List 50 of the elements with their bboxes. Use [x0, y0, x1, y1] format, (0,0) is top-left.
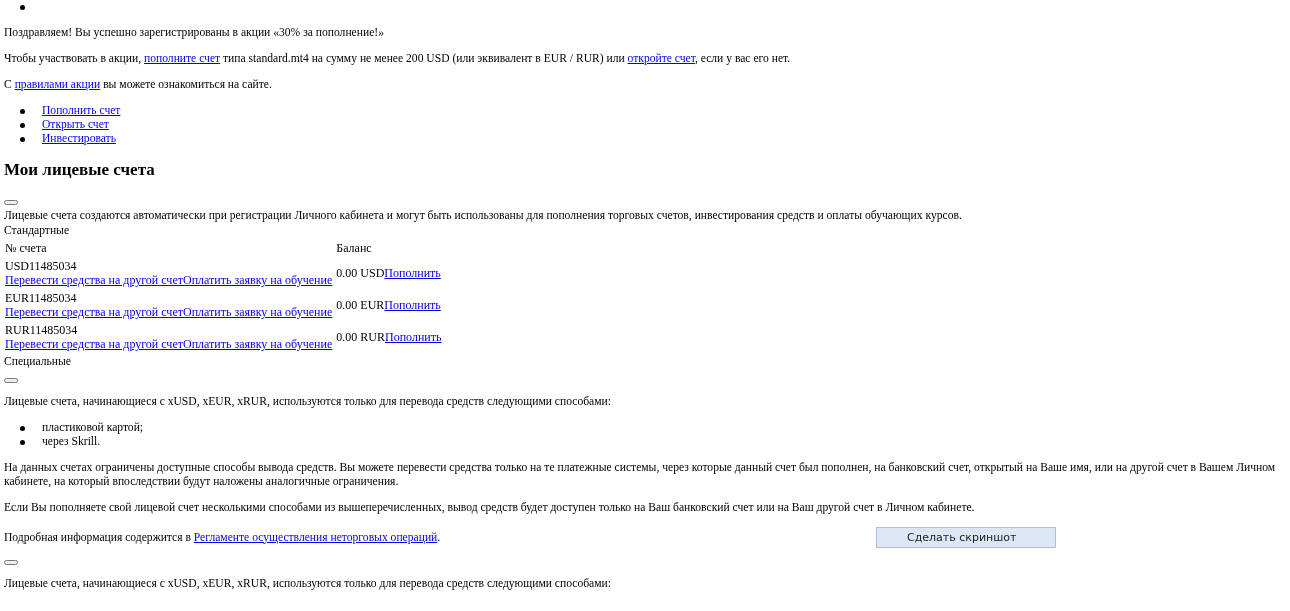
toggle-button[interactable] — [4, 560, 18, 565]
action-link[interactable]: Пополнить счет — [42, 104, 121, 118]
bullet-icon — [20, 439, 25, 445]
account-number: EUR11485034 — [5, 291, 78, 305]
text: Если Вы пополняете свой лицевой счет несколькими способами из вышеперечисленных, вывод средств будет доступен только на Ваш банковский счет или на Ваш другой счет в Личном кабинете. — [4, 501, 975, 514]
bullet-icon — [20, 108, 25, 114]
action-link[interactable]: Инвестировать — [42, 132, 116, 146]
text: На данных счетах ограничены доступные способы вывода средств. Вы можете перевести средства только на те платежные системы, через которые данный счет был пополнен, на банковский счет, открытый на Ваше имя, или на другой счет в Вашем Личном кабинете, на который впоследствии будут наложены аналогичные ограничения. — [4, 461, 1277, 488]
text-link[interactable]: Оплатить заявку на обучение — [182, 305, 333, 319]
list-item: пластиковой картой; — [42, 421, 144, 435]
action-link[interactable]: Открыть счет — [42, 118, 109, 132]
text-link[interactable]: Перевести средства на другой счет — [5, 337, 183, 351]
text-link[interactable]: Оплатить заявку на обучение — [182, 337, 333, 351]
deposit-link[interactable]: Пополнить — [384, 298, 441, 312]
text: С — [4, 78, 13, 91]
balance-text: 0.00 RUR — [336, 330, 385, 344]
text-link[interactable]: правилами акции — [14, 78, 101, 91]
text: типа standard.mt4 на сумму не менее 200 USD (или эквивалент в EUR / RUR) или — [222, 52, 626, 65]
text: вы можете ознакомиться на сайте. — [102, 78, 272, 91]
text: Чтобы участвовать в акции, — [4, 52, 143, 65]
text: Лицевые счета, начинающиеся с xUSD, xEUR, xRUR, используются только для перевода средств следующими способами: — [4, 577, 612, 590]
text: Поздравляем! Вы успешно зарегистрированы в акции «30% за пополнение!» — [4, 26, 384, 39]
text-link[interactable]: Оплатить заявку на обучение — [182, 273, 333, 287]
deposit-link[interactable]: Пополнить — [384, 266, 441, 280]
balance-text: 0.00 USD — [336, 266, 385, 280]
bullet-icon — [20, 425, 25, 431]
balance-text: 0.00 EUR — [336, 298, 385, 312]
toggle-button[interactable] — [4, 200, 18, 205]
column-header: Баланс — [335, 240, 373, 256]
section-heading: Мои лицевые счета — [4, 160, 156, 180]
group-label: Специальные — [4, 354, 72, 369]
column-header: № счета — [4, 240, 48, 256]
text: Лицевые счета, начинающиеся с xUSD, xEUR, xRUR, используются только для перевода средств следующими способами: — [4, 395, 612, 408]
text-link[interactable]: Перевести средства на другой счет — [5, 273, 183, 287]
text-link[interactable]: откройте счет — [627, 52, 695, 65]
deposit-link[interactable]: Пополнить — [385, 330, 442, 344]
list-item: через Skrill. — [42, 435, 101, 449]
account-number: USD11485034 — [5, 259, 78, 273]
screenshot-button[interactable]: Сделать скриншот — [876, 527, 1056, 548]
text: . — [437, 530, 441, 544]
bullet-icon — [20, 136, 25, 142]
bullet-icon — [20, 122, 25, 128]
account-number: RUR11485034 — [5, 323, 79, 337]
text-link[interactable]: Перевести средства на другой счет — [5, 305, 183, 319]
text-link[interactable]: пополните счет — [144, 52, 221, 65]
text: Подробная информация содержится в — [4, 530, 192, 544]
toggle-button[interactable] — [4, 378, 18, 383]
description-text: Лицевые счета создаются автоматически при регистрации Личного кабинета и могут быть использованы для пополнения торговых счетов, инвестирования средств и оплаты обучающих курсов. — [4, 208, 963, 223]
group-label: Стандартные — [4, 223, 71, 238]
bullet-icon — [20, 4, 25, 10]
